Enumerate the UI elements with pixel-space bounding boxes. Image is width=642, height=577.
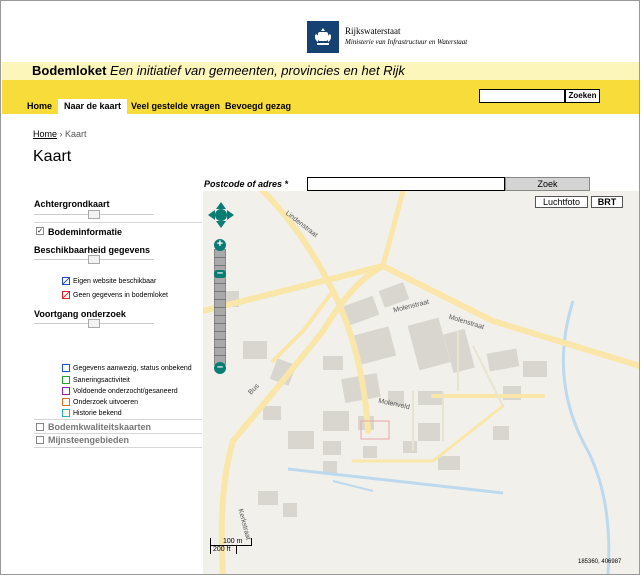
required-marker: * [284, 179, 289, 189]
postcode-search-button[interactable]: Zoek [505, 177, 590, 191]
legend-label: Eigen website beschikbaar [73, 277, 157, 285]
brt-button[interactable]: BRT [591, 196, 623, 208]
bodeminformatie-label: Bodeminformatie [48, 227, 123, 237]
breadcrumb-separator: › [59, 129, 63, 139]
breadcrumb-current: Kaart [65, 129, 87, 139]
zoom-slider-handle[interactable]: – [214, 268, 226, 279]
nav-item-home[interactable]: Home [21, 99, 58, 114]
site-search-input[interactable] [479, 89, 565, 103]
zoom-tick [214, 283, 226, 284]
outline-green-icon [62, 376, 70, 384]
hatch-red-icon [62, 291, 70, 299]
legend-item: Eigen website beschikbaar [62, 277, 156, 285]
postcode-label-text: Postcode of adres [204, 179, 283, 189]
divider [34, 433, 202, 434]
zoom-tick [214, 299, 226, 300]
scale-metric: 100 m [210, 538, 252, 546]
site-tagline: Een initiatief van gemeenten, provincies… [110, 63, 405, 78]
divider [34, 447, 202, 448]
availability-heading: Beschikbaarheid gegevens [34, 245, 151, 255]
coat-of-arms-icon [307, 21, 339, 53]
map-drawing [203, 191, 639, 574]
legend-item: Geen gegevens in bodemloket [62, 291, 168, 299]
site-search-button[interactable]: Zoeken [565, 89, 600, 103]
legend-item: Saneringsactiviteit [62, 376, 130, 384]
zoom-tick [214, 347, 226, 348]
legend-item: Gegevens aanwezig, status onbekend [62, 364, 192, 372]
legend-label: Geen gegevens in bodemloket [73, 291, 168, 299]
page-title: Kaart [33, 148, 72, 165]
divider [34, 419, 202, 420]
scale-bar: 100 m 200 ft [210, 538, 252, 554]
site-name: Bodemloket [32, 63, 107, 78]
zoom-tick [214, 315, 226, 316]
main-navigation: Home Naar de kaart Veel gestelde vragen … [2, 80, 639, 114]
background-map-slider-handle[interactable] [88, 210, 100, 219]
zoom-out-button[interactable]: – [214, 362, 226, 374]
page-frame: Rijkswaterstaat Ministerie van Infrastru… [0, 0, 640, 575]
legend-label: Gegevens aanwezig, status onbekend [73, 364, 192, 372]
org-name: Rijkswaterstaat [345, 26, 401, 36]
legend-label: Historie bekend [73, 409, 122, 417]
outline-blue-icon [62, 364, 70, 372]
legend-item: Voldoende onderzocht/gesaneerd [62, 387, 178, 395]
legend-label: Saneringsactiviteit [73, 376, 130, 384]
legend-label: Voldoende onderzocht/gesaneerd [73, 387, 178, 395]
pan-control[interactable] [208, 202, 234, 228]
legend-label: Onderzoek uitvoeren [73, 398, 138, 406]
breadcrumb-home-link[interactable]: Home [33, 129, 57, 139]
hatch-blue-icon [62, 277, 70, 285]
background-map-heading: Achtergrondkaart [34, 199, 110, 209]
map-coordinates: 185360, 406987 [578, 559, 622, 565]
zoom-tick [214, 339, 226, 340]
scale-imperial: 200 ft [210, 546, 237, 554]
nav-item-veel-gestelde-vragen[interactable]: Veel gestelde vragen [125, 99, 226, 114]
nav-item-bevoegd-gezag[interactable]: Bevoegd gezag [219, 99, 297, 114]
zoom-tick [214, 291, 226, 292]
zoom-tick [214, 331, 226, 332]
pan-arrows-icon [208, 202, 234, 228]
site-banner: Bodemloket Een initiatief van gemeenten,… [2, 62, 639, 80]
rijkswaterstaat-logo: Rijkswaterstaat Ministerie van Infrastru… [307, 21, 467, 53]
zoom-tick [214, 323, 226, 324]
outline-orange-icon [62, 398, 70, 406]
zoom-in-button[interactable]: + [214, 239, 226, 251]
bodemkwaliteit-label: Bodemkwaliteitskaarten [48, 422, 152, 432]
bodeminformatie-checkbox[interactable]: ✓ [36, 227, 44, 235]
zoom-tick [214, 307, 226, 308]
zoom-tick [214, 257, 226, 258]
outline-purple-icon [62, 387, 70, 395]
postcode-label: Postcode of adres * [204, 179, 288, 189]
divider [34, 222, 202, 223]
bodemkwaliteit-checkbox[interactable] [36, 423, 44, 431]
roads [203, 191, 639, 574]
org-subtitle: Ministerie van Infrastructuur en Waterst… [345, 38, 468, 46]
progress-slider-handle[interactable] [88, 319, 100, 328]
outline-cyan-icon [62, 409, 70, 417]
breadcrumb: Home › Kaart [33, 129, 87, 139]
zoom-tick [214, 355, 226, 356]
availability-slider-handle[interactable] [88, 255, 100, 264]
mijnsteen-checkbox[interactable] [36, 436, 44, 444]
map-canvas[interactable]: Lindenstraat Molenstraat Molenstraat Mol… [203, 191, 639, 574]
mijnsteen-label: Mijnsteengebieden [48, 435, 130, 445]
legend-item: Historie bekend [62, 409, 122, 417]
banner-title: Bodemloket Een initiatief van gemeenten,… [32, 63, 405, 78]
zoom-tick [214, 265, 226, 266]
nav-item-naar-de-kaart[interactable]: Naar de kaart [58, 99, 128, 114]
postcode-input[interactable] [307, 177, 505, 191]
legend-item: Onderzoek uitvoeren [62, 398, 138, 406]
progress-heading: Voortgang onderzoek [34, 309, 126, 319]
aerial-photo-button[interactable]: Luchtfoto [535, 196, 588, 208]
